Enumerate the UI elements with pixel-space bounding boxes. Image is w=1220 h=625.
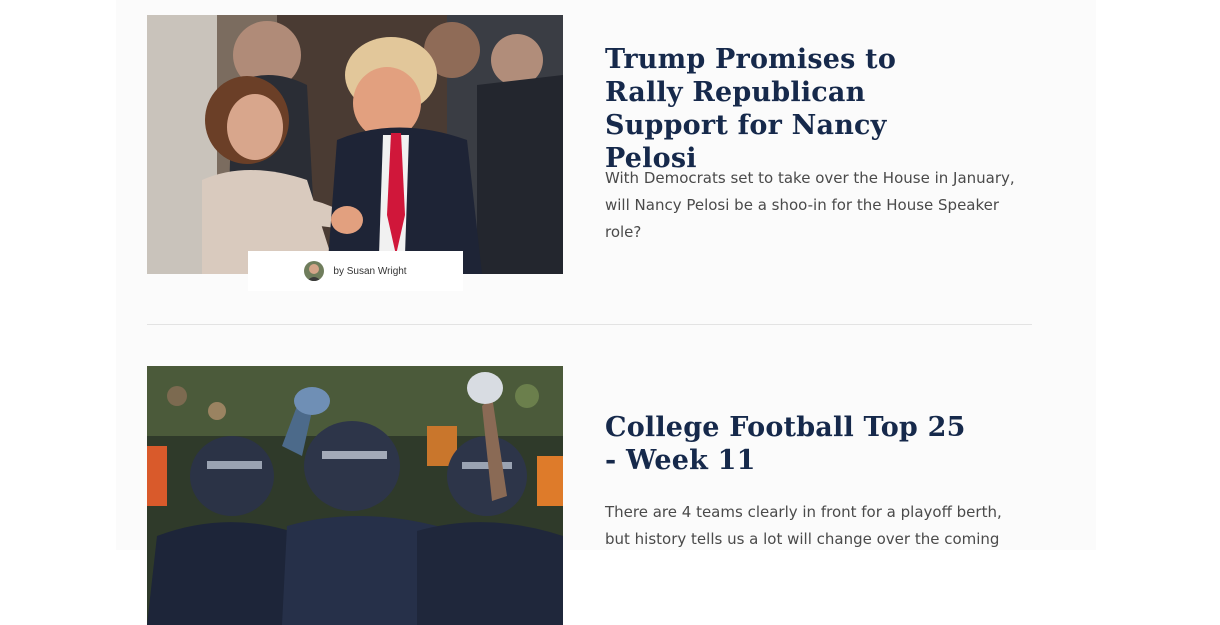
article-thumbnail[interactable] [147, 15, 563, 274]
article-excerpt: There are 4 teams clearly in front for a… [605, 503, 1002, 548]
author-byline[interactable]: by Susan Wright [248, 251, 463, 291]
article-thumbnail[interactable] [147, 366, 563, 625]
article-excerpt: With Democrats set to take over the Hous… [605, 169, 1015, 241]
article-photo [147, 366, 563, 625]
article-card: College Football Top 25 - Week 11 There … [147, 366, 1032, 625]
author-avatar [304, 261, 325, 281]
article-headline[interactable]: College Football Top 25 - Week 11 [605, 411, 975, 477]
author-name: by Susan Wright [333, 265, 407, 277]
article-card: by Susan Wright Trump Promises to Rally … [147, 15, 1032, 291]
article-photo [147, 15, 563, 274]
article-divider [147, 324, 1032, 325]
article-headline[interactable]: Trump Promises to Rally Republican Suppo… [605, 43, 975, 175]
